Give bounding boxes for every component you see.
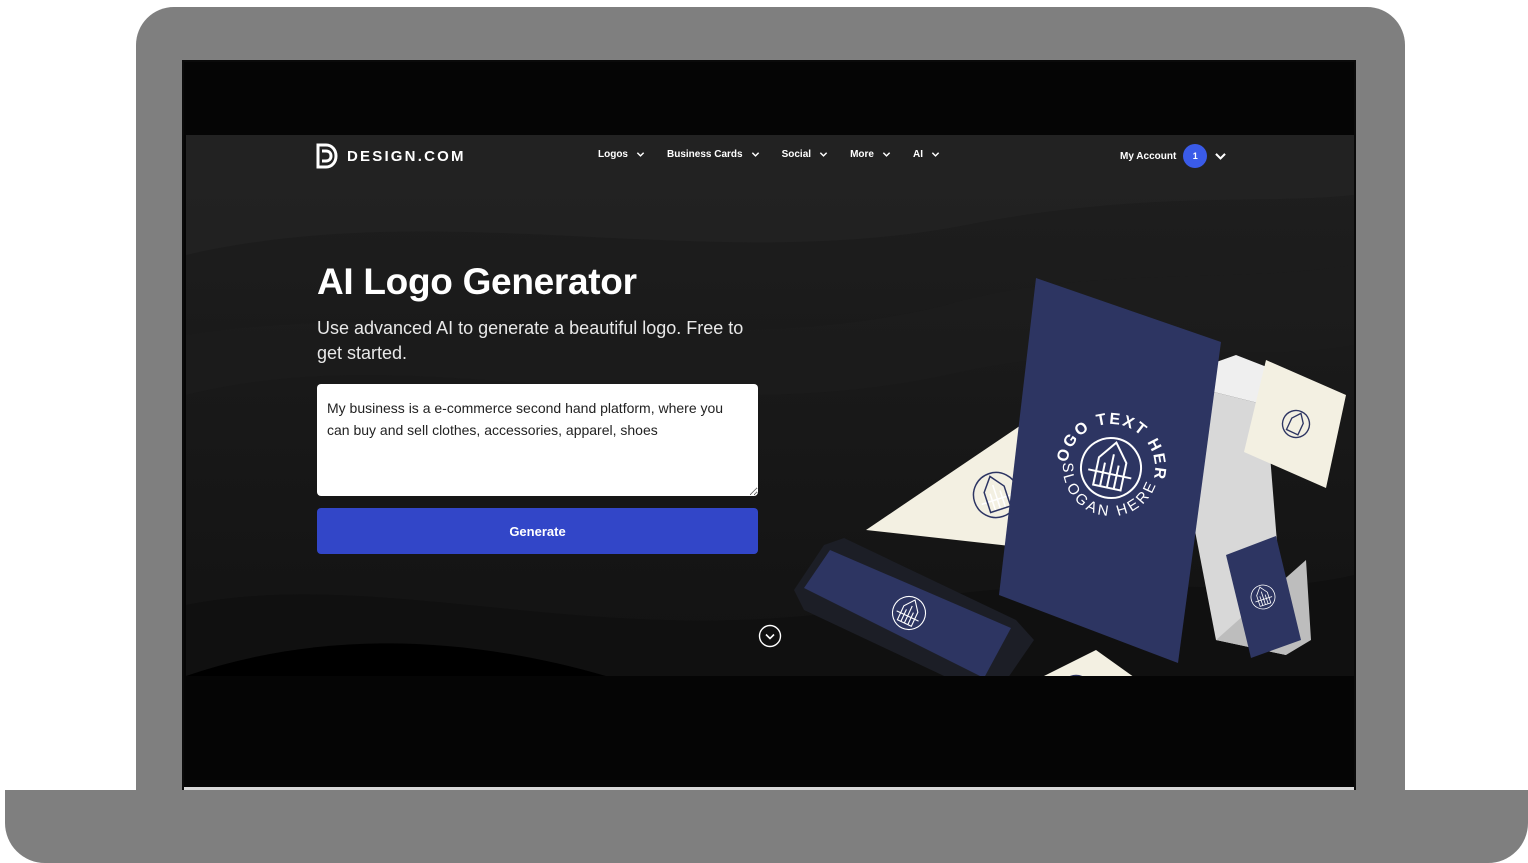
nav-item-label: Logos bbox=[598, 149, 628, 160]
d-logo-icon bbox=[316, 143, 338, 169]
chevron-down-icon bbox=[636, 152, 645, 157]
laptop-screen: DESIGN.COM Logos Business Cards Social M… bbox=[182, 60, 1356, 790]
screen-bezel-edge bbox=[184, 787, 1354, 790]
hero-subtitle: Use advanced AI to generate a beautiful … bbox=[317, 318, 744, 363]
account-notification-badge: 1 bbox=[1183, 144, 1208, 168]
navy-poster: LOGO TEXT HERE SLOGAN HERE bbox=[999, 278, 1221, 663]
account-label: My Account bbox=[1120, 150, 1177, 162]
top-navbar: DESIGN.COM Logos Business Cards Social M… bbox=[186, 135, 1354, 185]
nav-item-logos[interactable]: Logos bbox=[598, 149, 645, 160]
nav-item-social[interactable]: Social bbox=[782, 149, 828, 160]
account-menu[interactable]: My Account 1 bbox=[1120, 144, 1227, 168]
nav-item-label: AI bbox=[912, 149, 923, 160]
nav-item-business-cards[interactable]: Business Cards bbox=[667, 149, 760, 160]
chevron-down-icon bbox=[1215, 152, 1227, 160]
main-menu: Logos Business Cards Social More AI bbox=[598, 149, 940, 160]
nav-item-label: More bbox=[850, 149, 874, 160]
laptop-base bbox=[5, 790, 1528, 863]
nav-item-ai[interactable]: AI bbox=[913, 149, 940, 160]
nav-item-more[interactable]: More bbox=[850, 149, 891, 160]
web-page: DESIGN.COM Logos Business Cards Social M… bbox=[186, 135, 1354, 676]
smartphone-mockup bbox=[794, 538, 1034, 676]
brand-logo-link[interactable]: DESIGN.COM bbox=[316, 143, 466, 169]
business-description-input[interactable]: My business is a e-commerce second hand … bbox=[317, 384, 758, 496]
chevron-down-icon bbox=[751, 152, 759, 157]
brand-mockup-illustration: LOGO TEXT HERE SLOGAN HERE bbox=[794, 278, 1346, 676]
chevron-down-icon bbox=[931, 152, 940, 157]
nav-item-label: Social bbox=[781, 149, 812, 160]
chevron-down-icon bbox=[819, 152, 828, 157]
brand-name: DESIGN.COM bbox=[347, 147, 466, 165]
chevron-down-icon bbox=[882, 152, 891, 157]
generate-button[interactable]: Generate bbox=[317, 508, 758, 554]
nav-item-label: Business Cards bbox=[667, 149, 743, 160]
page-title: AI Logo Generator bbox=[317, 261, 637, 302]
